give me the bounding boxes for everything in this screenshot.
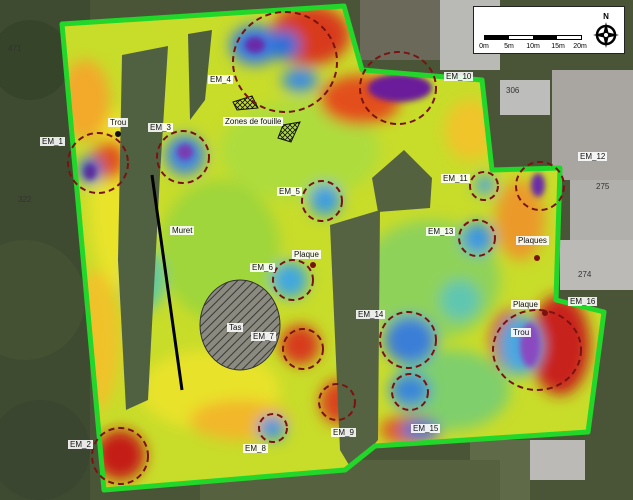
north-arrow-icon: N	[593, 12, 619, 48]
plaque-point-2	[542, 310, 548, 316]
label-trou-1: Trou	[108, 118, 129, 127]
scale-tick-15: 15m	[551, 43, 565, 50]
label-trou-2: Trou	[511, 328, 532, 337]
label-em5: EM_5	[277, 187, 302, 196]
plaque-point-1	[310, 262, 316, 268]
parcel-number: 274	[578, 270, 592, 279]
north-label: N	[603, 12, 609, 21]
label-em10: EM_10	[444, 72, 474, 81]
scale-tick-20: 20m	[573, 43, 587, 50]
label-em12: EM_12	[578, 152, 608, 161]
label-em3: EM_3	[148, 123, 173, 132]
label-em1: EM_1	[40, 137, 65, 146]
label-plaques: Plaques	[516, 236, 549, 245]
label-plaque-1: Plaque	[292, 250, 321, 259]
plaques-point	[534, 255, 540, 261]
label-zones-fouille: Zones de fouille	[223, 117, 284, 126]
label-em16: EM_16	[568, 297, 598, 306]
parcel-number: 322	[18, 195, 32, 204]
label-em9: EM_9	[331, 428, 356, 437]
label-em15: EM_15	[411, 424, 441, 433]
scale-tick-0: 0m	[479, 43, 489, 50]
label-em2: EM_2	[68, 440, 93, 449]
trou-point-1	[115, 131, 121, 137]
label-em6: EM_6	[250, 263, 275, 272]
label-em4: EM_4	[208, 75, 233, 84]
scale-bar-panel: 0m 5m 10m 15m 20m N	[473, 6, 625, 54]
label-tas: Tas	[227, 323, 244, 332]
scale-tick-5: 5m	[504, 43, 514, 50]
label-muret: Muret	[170, 226, 195, 235]
label-plaque-2: Plaque	[511, 300, 540, 309]
label-em14: EM_14	[356, 310, 386, 319]
parcel-number: 306	[506, 86, 520, 95]
label-em11: EM_11	[441, 174, 470, 183]
scale-bar	[484, 35, 582, 40]
parcel-number: 275	[596, 182, 610, 191]
label-em8: EM_8	[243, 444, 268, 453]
parcel-number: 471	[8, 44, 22, 53]
label-em7: EM_7	[251, 332, 276, 341]
scale-tick-10: 10m	[526, 43, 540, 50]
label-em13: EM_13	[426, 227, 456, 236]
